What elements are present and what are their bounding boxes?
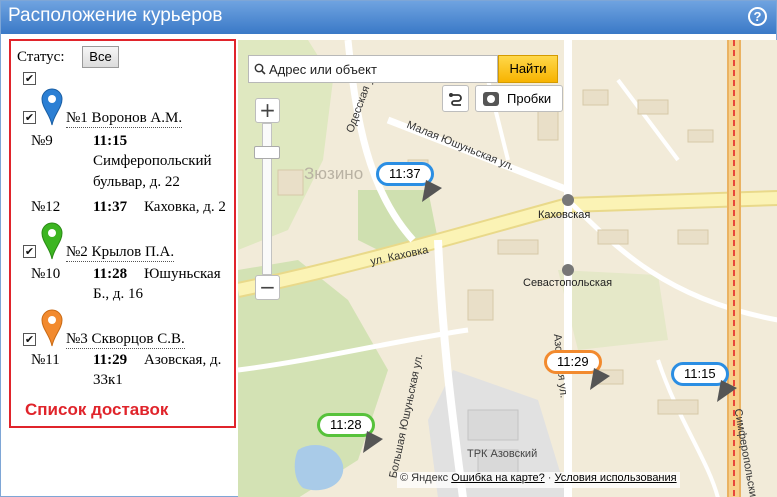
map-pin-icon bbox=[41, 88, 63, 126]
traffic-button[interactable]: Пробки bbox=[475, 85, 563, 112]
copyright-text: © Яндекс bbox=[400, 472, 449, 484]
route-button[interactable] bbox=[442, 85, 469, 112]
order-number: №10 bbox=[31, 266, 61, 282]
search-icon bbox=[254, 63, 266, 75]
metro-label: Каховская bbox=[538, 209, 591, 221]
map-error-link[interactable]: Ошибка на карте? bbox=[451, 472, 545, 484]
courier-map-marker[interactable]: 11:29 bbox=[544, 350, 614, 392]
select-all-checkbox[interactable]: ✔ bbox=[23, 72, 36, 85]
route-icon bbox=[449, 93, 462, 106]
title-bar: Расположение курьеров ? bbox=[1, 1, 776, 34]
courier-map-marker[interactable]: 11:28 bbox=[317, 413, 387, 455]
order-address: бульвар, д. 22 bbox=[93, 174, 180, 190]
separator: · bbox=[547, 472, 552, 484]
marker-pointer-icon bbox=[717, 380, 737, 402]
zoom-out-button[interactable]: − bbox=[255, 275, 280, 300]
marker-pointer-icon bbox=[363, 431, 383, 453]
zoom-slider-handle[interactable] bbox=[254, 146, 280, 159]
find-button[interactable]: Найти bbox=[498, 55, 558, 83]
courier-2-name[interactable]: №2 Крылов П.А. bbox=[66, 244, 175, 262]
order-time: 11:15 bbox=[93, 133, 128, 149]
courier-1-name[interactable]: №1 Воронов А.М. bbox=[66, 110, 183, 128]
traffic-icon bbox=[483, 92, 499, 106]
order-address: Симферопольский bbox=[93, 153, 212, 169]
map-pin-icon bbox=[41, 309, 63, 347]
courier-2-checkbox[interactable]: ✔ bbox=[23, 245, 36, 258]
order-address: Каховка, д. 2 bbox=[144, 199, 226, 215]
status-all-button[interactable]: Все bbox=[82, 46, 119, 68]
order-number: №11 bbox=[31, 352, 60, 368]
order-address: Юшуньская bbox=[144, 266, 221, 282]
help-icon[interactable]: ? bbox=[748, 7, 767, 26]
order-time: 11:37 bbox=[93, 199, 128, 215]
order-address: 33к1 bbox=[93, 372, 123, 388]
map-search-box bbox=[248, 55, 498, 83]
address-search-input[interactable] bbox=[269, 56, 497, 82]
order-address: Азовская, д. bbox=[144, 352, 222, 368]
courier-map-marker[interactable]: 11:15 bbox=[671, 362, 741, 404]
order-time: 11:29 bbox=[93, 352, 128, 368]
mall-label: ТРК Азовский bbox=[467, 448, 538, 460]
courier-3-name[interactable]: №3 Скворцов С.В. bbox=[66, 331, 185, 349]
map-pin-icon bbox=[41, 222, 63, 260]
map-view[interactable]: Зюзино Малая Юшуньская ул. Одесская ул. … bbox=[238, 40, 777, 497]
delivery-list-panel: Статус: Все ✔ ✔ №1 Воронов А.М. №9 11:15… bbox=[9, 39, 236, 428]
status-label: Статус: bbox=[17, 49, 65, 65]
window-title: Расположение курьеров bbox=[8, 5, 223, 26]
courier-location-window: Расположение курьеров ? Статус: Все ✔ ✔ … bbox=[0, 0, 777, 497]
district-label: Зюзино bbox=[304, 164, 364, 183]
delivery-list-caption: Список доставок bbox=[25, 400, 169, 419]
map-copyright: © Яндекс Ошибка на карте? · Условия испо… bbox=[397, 472, 680, 488]
traffic-label: Пробки bbox=[507, 91, 552, 106]
order-time: 11:28 bbox=[93, 266, 128, 282]
courier-3-checkbox[interactable]: ✔ bbox=[23, 333, 36, 346]
courier-map-marker[interactable]: 11:37 bbox=[376, 162, 446, 204]
metro-label: Севастопольская bbox=[523, 277, 613, 289]
order-number: №12 bbox=[31, 199, 61, 215]
marker-pointer-icon bbox=[590, 368, 610, 390]
marker-pointer-icon bbox=[422, 180, 442, 202]
order-address: Б., д. 16 bbox=[93, 286, 143, 302]
terms-link[interactable]: Условия использования bbox=[555, 472, 677, 484]
order-number: №9 bbox=[31, 133, 53, 149]
courier-1-checkbox[interactable]: ✔ bbox=[23, 111, 36, 124]
zoom-in-button[interactable]: + bbox=[255, 98, 280, 123]
